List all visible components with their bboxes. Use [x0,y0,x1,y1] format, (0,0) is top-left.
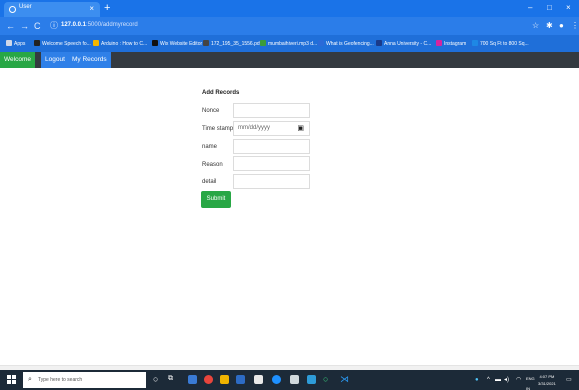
nonce-label: Nonce [202,108,220,114]
store-icon[interactable] [290,375,299,384]
browser-tab-bar: User × + – □ × [0,0,579,17]
tab-title: User [19,4,32,10]
url-host: 127.0.0.1 [61,22,87,28]
form-heading: Add Records [202,90,240,96]
taskbar-search-box[interactable]: ⌕ Type here to search [23,372,146,388]
nonce-input[interactable] [233,103,310,118]
vscode-icon[interactable]: ⋊ [340,373,349,385]
globe-icon [9,6,16,13]
bookmark-item[interactable]: Anna University - C... [376,40,431,47]
volume-icon[interactable]: ◂) [504,375,509,385]
instagram-icon [436,40,442,46]
bookmark-favicon-icon [260,40,266,46]
submit-button[interactable]: Submit [201,191,231,208]
address-bar: ← → C ⓘ 127.0.0.1:5000/addmyrecord ☆ ✱ ●… [0,17,579,35]
chrome-icon[interactable] [204,375,213,384]
minimize-icon[interactable]: – [528,2,532,14]
bookmark-favicon-icon [152,40,158,46]
extension-icon[interactable]: ✱ [546,20,553,32]
cortana-icon[interactable]: ○ [153,373,158,385]
bookmark-favicon-icon [203,40,209,46]
language-indicator[interactable]: ENG IN [526,374,535,390]
menu-dots-icon[interactable]: ⋮ [571,20,579,32]
new-tab-button[interactable]: + [104,1,110,15]
bookmark-favicon-icon [472,40,478,46]
bookmark-item[interactable]: Instagram [436,40,466,47]
bookmark-favicon-icon [93,40,99,46]
wifi-icon[interactable]: ◠ [516,375,521,385]
file-explorer-icon[interactable] [220,375,229,384]
bookmarks-bar: Apps Welcome Speech fo... Arduino : How … [0,35,579,52]
tab-close-icon[interactable]: × [89,3,94,15]
bookmark-favicon-icon [376,40,382,46]
nav-welcome[interactable]: Welcome [0,52,35,68]
browser-tab[interactable]: User × [4,2,100,17]
bookmark-apps[interactable]: Apps [6,40,25,47]
name-label: name [202,144,218,150]
bookmark-item[interactable]: Wix Website Editor [152,40,202,47]
bookmark-item[interactable]: 700 Sq Ft to 800 Sq... [472,40,529,47]
search-icon: ⌕ [28,376,32,383]
chevron-up-icon[interactable]: ^ [487,375,490,385]
bookmark-item[interactable]: Arduino : How to C... [93,40,147,47]
taskbar: ⌕ Type here to search ○ ⧉ ○ ⋊ ● ^ ▬ ◂) ◠… [0,370,579,390]
calendar-icon[interactable]: ▣ [297,122,304,135]
nav-my-records[interactable]: My Records [68,52,111,68]
app-circle-icon[interactable]: ○ [323,373,328,385]
nav-logout[interactable]: Logout [41,52,69,68]
url-path: :5000/addmyrecord [86,22,138,28]
clock-time: 4:07 PM [539,374,555,379]
timestamp-label: Time stamp [202,126,234,132]
bookmark-favicon-icon [34,40,40,46]
reason-input[interactable] [233,156,310,171]
edge-icon[interactable] [272,375,281,384]
detail-input[interactable] [233,174,310,189]
timestamp-value: mm/dd/yyyy [238,125,271,131]
windows-start-icon[interactable] [7,375,16,384]
bookmark-star-icon[interactable]: ☆ [532,20,539,32]
taskbar-clock[interactable]: 4:07 PM 3/31/2021 [538,373,556,387]
app-navbar: Welcome Logout My Records [0,52,579,68]
bookmark-favicon-icon [318,40,324,46]
name-input[interactable] [233,139,310,154]
detail-label: detail [202,179,217,185]
timestamp-input[interactable]: mm/dd/yyyy ▣ [233,121,310,136]
search-placeholder: Type here to search [38,377,83,383]
app-icon[interactable] [307,375,316,384]
info-icon[interactable]: ⓘ [50,20,58,32]
clock-date: 3/31/2021 [538,381,556,386]
battery-icon[interactable]: ▬ [495,375,501,385]
app-tray-icon[interactable]: ● [475,375,479,385]
task-view-icon[interactable]: ⧉ [168,373,173,385]
bookmark-item[interactable]: What is Geofencing... [318,40,374,47]
app-icon[interactable] [236,375,245,384]
mail-icon[interactable] [254,375,263,384]
reload-icon[interactable]: C [34,20,41,32]
url-text: 127.0.0.1:5000/addmyrecord [61,22,138,28]
forward-arrow-icon[interactable]: → [20,20,29,32]
bookmark-item[interactable]: mumbaihiveri.mp3 d... [260,40,317,47]
back-arrow-icon[interactable]: ← [6,20,15,32]
maximize-icon[interactable]: □ [547,2,552,14]
apps-grid-icon [6,40,12,46]
bookmark-item[interactable]: 172_195_35_1556.pdf [203,40,261,47]
notification-icon[interactable]: ▭ [566,375,572,385]
profile-icon[interactable]: ● [559,20,564,32]
screen: User × + – □ × ← → C ⓘ 127.0.0.1:5000/ad… [0,0,579,390]
bookmark-item[interactable]: Welcome Speech fo... [34,40,91,47]
url-field[interactable]: ⓘ 127.0.0.1:5000/addmyrecord [50,20,520,32]
app-icon[interactable] [188,375,197,384]
close-window-icon[interactable]: × [566,2,571,14]
reason-label: Reason [202,162,223,168]
